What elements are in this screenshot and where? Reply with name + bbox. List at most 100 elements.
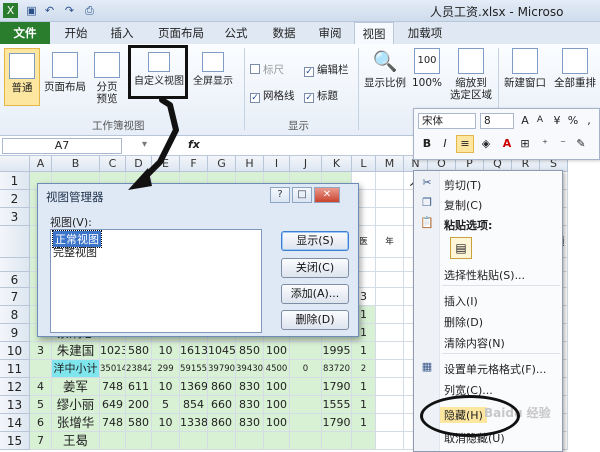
font-size-box[interactable]: 8	[480, 113, 514, 129]
table-cell[interactable]	[30, 360, 52, 378]
table-cell[interactable]	[352, 432, 376, 450]
table-cell[interactable]	[376, 172, 404, 190]
currency-icon[interactable]: ¥	[550, 114, 564, 127]
zoom-100-button[interactable]: 100 100%	[410, 48, 444, 100]
table-cell[interactable]	[376, 360, 404, 378]
table-cell[interactable]: 王曷	[52, 432, 100, 450]
select-all-corner[interactable]	[0, 156, 30, 172]
table-cell[interactable]	[376, 396, 404, 414]
column-header[interactable]: C	[100, 156, 126, 172]
percent-icon[interactable]: %	[566, 114, 580, 127]
table-cell[interactable]: 850	[236, 342, 264, 360]
table-cell[interactable]: 611	[126, 378, 152, 396]
bold-icon[interactable]: B	[420, 137, 434, 150]
row-header[interactable]: 2	[0, 190, 30, 208]
table-cell[interactable]: 830	[236, 378, 264, 396]
view-item-full[interactable]: 完整视图	[53, 244, 97, 260]
table-cell[interactable]: 10	[152, 378, 180, 396]
row-header[interactable]	[0, 258, 30, 272]
table-cell[interactable]: 660	[208, 396, 236, 414]
formula-bar-checkbox[interactable]: ✓ 编辑栏	[304, 62, 349, 77]
new-window-button[interactable]: 新建窗口	[502, 48, 548, 100]
table-cell[interactable]: 860	[208, 378, 236, 396]
row-header[interactable]: 9	[0, 324, 30, 342]
menu-item-cut[interactable]: 剪切(T)	[444, 177, 481, 193]
table-cell[interactable]: 姜军	[52, 378, 100, 396]
undo-icon[interactable]: ↶	[42, 3, 57, 18]
delete-button[interactable]: 删除(D)	[281, 310, 349, 330]
table-cell[interactable]: 299	[152, 360, 180, 378]
table-cell[interactable]	[236, 432, 264, 450]
fill-color-icon[interactable]: ◈	[478, 137, 494, 150]
show-button[interactable]: 显示(S)	[281, 231, 349, 251]
table-cell[interactable]: 缪小丽	[52, 396, 100, 414]
column-header[interactable]: B	[52, 156, 100, 172]
table-cell[interactable]: 0	[290, 360, 322, 378]
close-button[interactable]: 关闭(C)	[281, 258, 349, 278]
tab-addins[interactable]: 加载项	[400, 22, 450, 44]
table-cell[interactable]: 5	[152, 396, 180, 414]
table-cell[interactable]: 1790	[322, 378, 352, 396]
table-cell[interactable]	[376, 324, 404, 342]
table-cell[interactable]: 748	[100, 414, 126, 432]
row-header[interactable]: 15	[0, 432, 30, 450]
font-color-icon[interactable]: A	[500, 137, 514, 150]
table-cell[interactable]: 100	[264, 342, 290, 360]
table-cell[interactable]	[376, 432, 404, 450]
tab-insert[interactable]: 插入	[102, 22, 142, 44]
table-cell[interactable]	[376, 272, 404, 288]
table-cell[interactable]	[100, 432, 126, 450]
table-cell[interactable]	[376, 288, 404, 306]
name-box[interactable]: A7	[2, 138, 122, 154]
tab-home[interactable]: 开始	[56, 22, 96, 44]
menu-item-insert[interactable]: 插入(I)	[444, 293, 478, 309]
table-cell[interactable]: 4	[30, 378, 52, 396]
table-cell[interactable]: 朱建国	[52, 342, 100, 360]
tab-data[interactable]: 数据	[264, 22, 304, 44]
table-cell[interactable]: 1045	[208, 342, 236, 360]
row-header[interactable]: 7	[0, 288, 30, 306]
row-header[interactable]: 12	[0, 378, 30, 396]
table-cell[interactable]: 张增华	[52, 414, 100, 432]
table-cell[interactable]: 1555	[322, 396, 352, 414]
table-cell[interactable]: 580	[126, 414, 152, 432]
table-cell[interactable]	[376, 190, 404, 208]
table-cell[interactable]	[290, 342, 322, 360]
print-icon[interactable]: ⎙	[82, 3, 97, 18]
table-cell[interactable]: 39790	[208, 360, 236, 378]
tab-page-layout[interactable]: 页面布局	[150, 22, 212, 44]
page-layout-view-button[interactable]: 页面布局	[42, 48, 88, 106]
tab-view[interactable]: 视图	[354, 22, 394, 44]
table-cell[interactable]: 5	[30, 396, 52, 414]
save-icon[interactable]: ▣	[24, 3, 39, 18]
table-cell[interactable]: 35014	[100, 360, 126, 378]
table-cell[interactable]: 100	[264, 414, 290, 432]
table-cell[interactable]: 854	[180, 396, 208, 414]
table-cell[interactable]: 1995	[322, 342, 352, 360]
table-cell[interactable]: 860	[208, 414, 236, 432]
table-cell[interactable]: 洋中小计	[52, 360, 100, 378]
column-header[interactable]: G	[208, 156, 236, 172]
format-painter-icon[interactable]: ✎	[574, 137, 588, 150]
excel-icon[interactable]: X	[3, 3, 18, 18]
column-header[interactable]: F	[180, 156, 208, 172]
table-cell[interactable]	[290, 378, 322, 396]
row-header[interactable]: 3	[0, 208, 30, 226]
table-cell[interactable]	[376, 258, 404, 272]
menu-item-clear[interactable]: 清除内容(N)	[444, 335, 505, 351]
headings-checkbox[interactable]: ✓ 标题	[304, 88, 338, 103]
page-break-preview-button[interactable]: 分页 预览	[92, 48, 122, 110]
paste-option-icon[interactable]: ▤	[450, 237, 472, 259]
row-header[interactable]: 10	[0, 342, 30, 360]
table-cell[interactable]	[208, 432, 236, 450]
shrink-font-icon[interactable]: A	[534, 115, 546, 125]
row-header[interactable]: 1	[0, 172, 30, 190]
table-cell[interactable]: 10	[152, 414, 180, 432]
column-header[interactable]: E	[152, 156, 180, 172]
table-cell[interactable]: 748	[100, 378, 126, 396]
table-cell[interactable]: 6	[30, 414, 52, 432]
table-cell[interactable]: 10	[152, 342, 180, 360]
row-header[interactable]: 11	[0, 360, 30, 378]
menu-item-format-cells[interactable]: 设置单元格格式(F)...	[444, 361, 546, 377]
close-icon[interactable]: ✕	[314, 187, 340, 203]
